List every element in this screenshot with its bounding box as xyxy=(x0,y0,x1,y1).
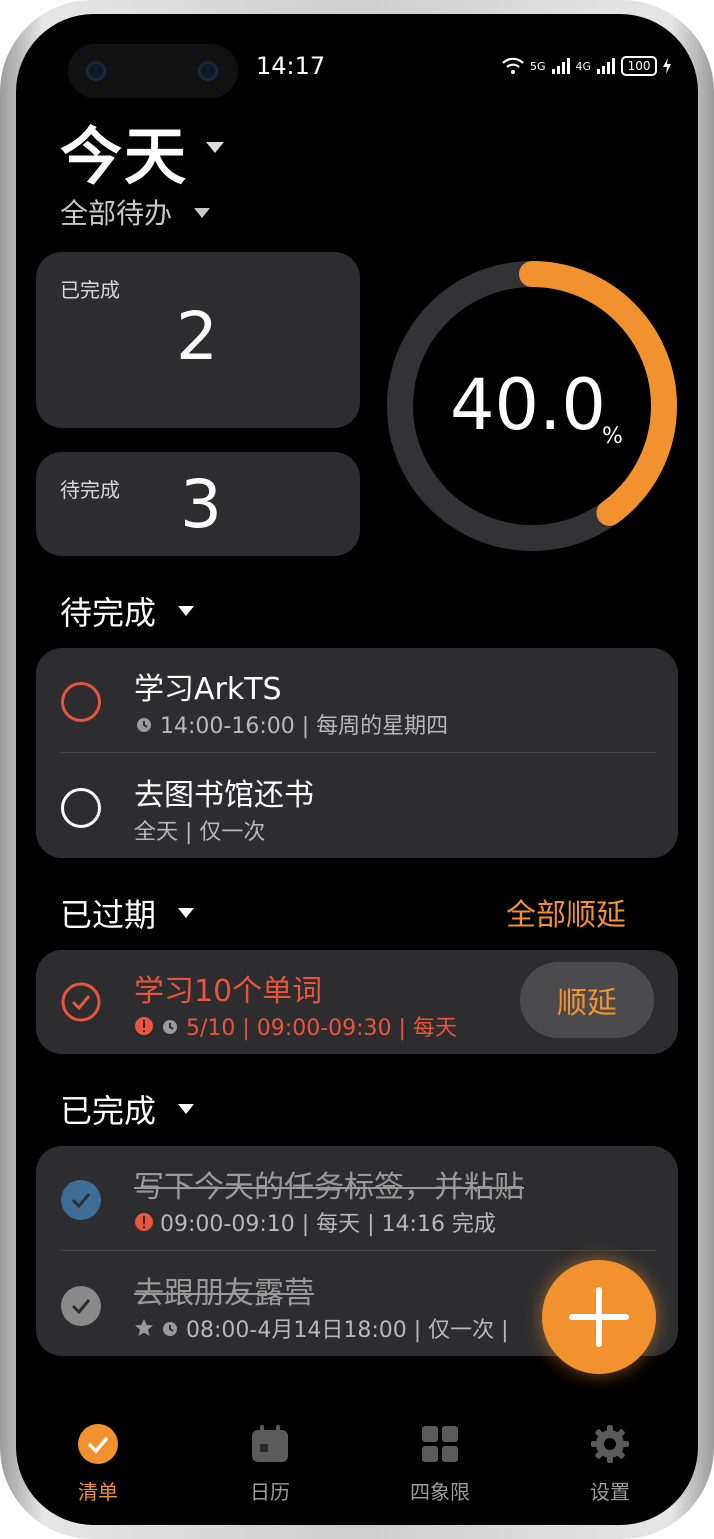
network-4g-label: 4G xyxy=(575,59,592,73)
progress-unit: % xyxy=(602,424,623,449)
pending-count-label: 待完成 xyxy=(60,478,120,502)
tab-label: 日历 xyxy=(250,1480,290,1504)
task-meta: 全天 | 仅一次 xyxy=(134,814,265,846)
postpone-all-button[interactable]: 全部顺延 xyxy=(506,890,626,934)
task-title: 去跟朋友露营 xyxy=(134,1276,314,1311)
pending-task-list: 学习ArkTS 14:00-16:00 | 每周的星期四 去图书馆还书 全天 |… xyxy=(36,648,678,858)
task-meta: 09:00-09:10 | 每天 | 14:16 完成 xyxy=(134,1206,496,1238)
signal-icon xyxy=(551,58,570,74)
filter-dropdown[interactable]: 全部待办 xyxy=(60,192,172,232)
task-item[interactable]: 学习10个单词 5/10 | 09:00-09:30 | 每天 xyxy=(36,950,516,1054)
task-item[interactable]: 写下今天的任务标签，并粘贴 09:00-09:10 | 每天 | 14:16 完… xyxy=(36,1146,678,1250)
pending-count-value: 3 xyxy=(180,466,222,543)
camera-cutout xyxy=(68,44,238,98)
task-checkbox[interactable] xyxy=(61,788,101,828)
section-title-overdue[interactable]: 已过期 xyxy=(60,890,156,936)
completed-count-value: 2 xyxy=(176,298,218,375)
chevron-down-icon[interactable] xyxy=(194,208,210,218)
chevron-down-icon[interactable] xyxy=(178,908,194,918)
signal-icon xyxy=(597,58,616,74)
task-meta: 5/10 | 09:00-09:30 | 每天 xyxy=(134,1010,457,1042)
task-checkbox[interactable] xyxy=(61,682,101,722)
alarm-icon xyxy=(137,718,151,732)
divider xyxy=(60,1250,656,1251)
task-meta-text: 5/10 | 09:00-09:30 | 每天 xyxy=(186,1016,457,1041)
task-checkbox[interactable] xyxy=(61,1180,101,1220)
task-item[interactable]: 去图书馆还书 全天 | 仅一次 xyxy=(36,754,678,858)
tab-label: 设置 xyxy=(590,1480,630,1504)
charging-icon xyxy=(663,58,672,74)
task-meta: 08:00-4月14日18:00 | 仅一次 | xyxy=(134,1312,509,1344)
page-title[interactable]: 今天 xyxy=(60,106,188,196)
tab-quadrant[interactable]: 四象限 xyxy=(380,1424,500,1505)
completed-count-label: 已完成 xyxy=(60,278,120,302)
warning-icon xyxy=(135,1213,153,1231)
task-meta-text: 14:00-16:00 | 每周的星期四 xyxy=(160,714,449,739)
network-5g-label: 5G xyxy=(530,59,546,73)
task-meta-text: 08:00-4月14日18:00 | 仅一次 | xyxy=(186,1318,509,1343)
star-icon xyxy=(135,1319,153,1336)
chevron-down-icon[interactable] xyxy=(178,606,194,616)
warning-icon xyxy=(135,1017,153,1035)
divider xyxy=(60,752,656,753)
tab-settings[interactable]: 设置 xyxy=(550,1424,670,1505)
check-circle-icon xyxy=(78,1424,118,1464)
camera-icon xyxy=(198,61,218,81)
status-icons: 5G 4G 100 xyxy=(502,54,672,78)
section-title-pending[interactable]: 待完成 xyxy=(60,588,156,634)
alarm-icon xyxy=(163,1020,177,1034)
tab-label: 四象限 xyxy=(410,1480,470,1504)
postpone-button[interactable]: 顺延 xyxy=(520,962,654,1038)
camera-icon xyxy=(86,61,106,81)
status-time: 14:17 xyxy=(256,52,326,80)
completed-count-card: 已完成 2 xyxy=(36,252,360,428)
screen: 14:17 5G 4G 100 今天 全部待办 已完成 2 待完成 3 40.0… xyxy=(16,14,698,1525)
chevron-down-icon[interactable] xyxy=(206,142,224,153)
task-title: 学习ArkTS xyxy=(134,672,282,707)
wifi-icon xyxy=(502,57,524,74)
add-task-button[interactable] xyxy=(542,1260,656,1374)
gear-icon xyxy=(591,1425,629,1463)
task-meta-text: 全天 | 仅一次 xyxy=(134,820,266,845)
task-checkbox[interactable] xyxy=(61,1286,101,1326)
task-title: 写下今天的任务标签，并粘贴 xyxy=(134,1170,524,1205)
pending-count-card: 待完成 3 xyxy=(36,452,360,556)
device-frame: 14:17 5G 4G 100 今天 全部待办 已完成 2 待完成 3 40.0… xyxy=(0,0,714,1539)
tab-label: 清单 xyxy=(78,1480,118,1504)
calendar-icon xyxy=(252,1425,288,1462)
tab-calendar[interactable]: 日历 xyxy=(210,1424,330,1505)
task-item[interactable]: 学习ArkTS 14:00-16:00 | 每周的星期四 xyxy=(36,648,678,752)
battery-icon: 100 xyxy=(621,56,658,76)
task-meta-text: 09:00-09:10 | 每天 | 14:16 完成 xyxy=(160,1212,496,1237)
task-title: 学习10个单词 xyxy=(134,974,323,1009)
alarm-icon xyxy=(163,1322,177,1336)
tab-list[interactable]: 清单 xyxy=(38,1424,158,1505)
grid-icon xyxy=(422,1426,458,1462)
task-title: 去图书馆还书 xyxy=(134,778,314,813)
section-title-completed[interactable]: 已完成 xyxy=(60,1086,156,1132)
task-checkbox[interactable] xyxy=(61,982,101,1022)
task-meta: 14:00-16:00 | 每周的星期四 xyxy=(134,708,448,740)
progress-percent: 40.0 xyxy=(450,364,606,446)
chevron-down-icon[interactable] xyxy=(178,1104,194,1114)
